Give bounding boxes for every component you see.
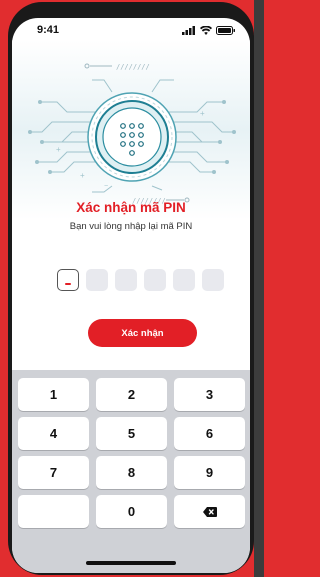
background-edge bbox=[254, 0, 264, 577]
svg-text:////////: //////// bbox=[116, 63, 150, 71]
page-title: Xác nhận mã PIN bbox=[76, 200, 186, 215]
wifi-icon bbox=[200, 25, 212, 35]
key-4[interactable]: 4 bbox=[18, 417, 89, 450]
svg-text:+: + bbox=[56, 145, 61, 154]
key-9[interactable]: 9 bbox=[174, 456, 245, 489]
status-icons bbox=[182, 25, 236, 35]
confirm-button[interactable]: Xác nhận bbox=[88, 319, 197, 347]
backspace-key[interactable] bbox=[174, 495, 245, 528]
key-7[interactable]: 7 bbox=[18, 456, 89, 489]
pin-digit-2[interactable] bbox=[86, 269, 108, 291]
pin-digit-4[interactable] bbox=[144, 269, 166, 291]
key-6[interactable]: 6 bbox=[174, 417, 245, 450]
pin-digit-1[interactable] bbox=[57, 269, 79, 291]
pin-input[interactable] bbox=[57, 269, 224, 291]
status-bar: 9:41 bbox=[12, 18, 250, 42]
signal-icon bbox=[182, 25, 195, 35]
home-indicator bbox=[86, 561, 176, 565]
svg-text:+: + bbox=[200, 109, 205, 118]
key-empty bbox=[18, 495, 89, 528]
key-1[interactable]: 1 bbox=[18, 378, 89, 411]
pin-digit-3[interactable] bbox=[115, 269, 137, 291]
svg-text:−: − bbox=[104, 183, 108, 190]
battery-icon bbox=[216, 25, 235, 35]
pin-digit-5[interactable] bbox=[173, 269, 195, 291]
numeric-keypad: 1 2 3 4 5 6 7 8 9 0 bbox=[12, 370, 250, 573]
app-screen: 9:41 //////// //////// + + + − Xác nhận … bbox=[12, 18, 250, 573]
key-2[interactable]: 2 bbox=[96, 378, 167, 411]
pin-digit-6[interactable] bbox=[202, 269, 224, 291]
key-3[interactable]: 3 bbox=[174, 378, 245, 411]
key-5[interactable]: 5 bbox=[96, 417, 167, 450]
svg-text:+: + bbox=[80, 171, 85, 180]
backspace-icon bbox=[202, 506, 217, 517]
security-chip-illustration: //////// //////// + + + − bbox=[12, 40, 250, 220]
status-time: 9:41 bbox=[37, 24, 60, 36]
key-8[interactable]: 8 bbox=[96, 456, 167, 489]
page-subtitle: Bạn vui lòng nhập lại mã PIN bbox=[69, 221, 193, 232]
key-0[interactable]: 0 bbox=[96, 495, 167, 528]
